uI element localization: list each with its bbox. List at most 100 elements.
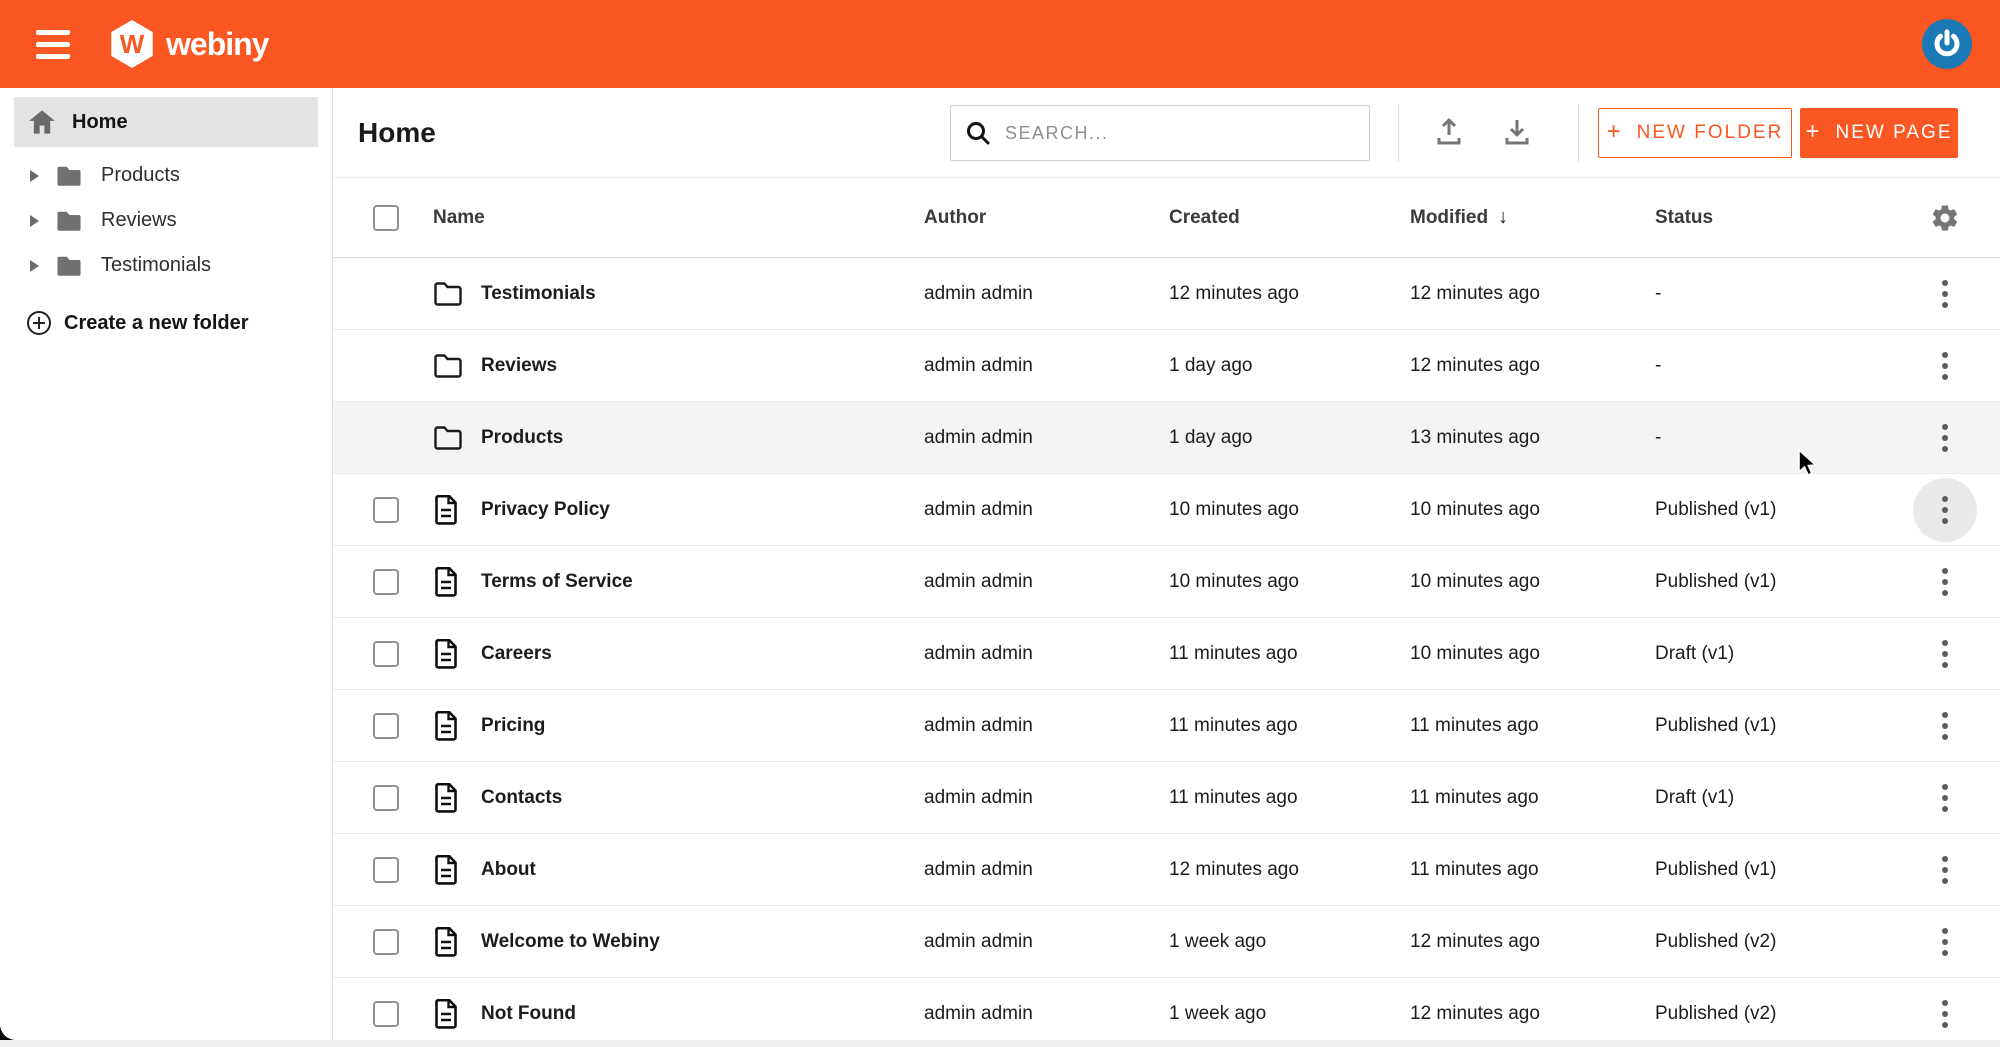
page-title: Home (358, 116, 436, 148)
folder-icon (55, 254, 83, 278)
row-actions-focus-ring (1913, 262, 1977, 326)
sidebar-item-home[interactable]: Home (14, 97, 318, 147)
row-created: 11 minutes ago (1169, 786, 1298, 808)
new-folder-button[interactable]: + NEW FOLDER (1598, 108, 1792, 158)
column-header-created[interactable]: Created (1169, 207, 1410, 229)
row-status-badge: Published (v1) (1655, 570, 1777, 592)
caret-right-icon[interactable] (30, 169, 39, 182)
sidebar-folder-item[interactable]: Products (0, 153, 332, 198)
sidebar-folder-tree: Products Reviews Testimonials (0, 153, 332, 288)
document-icon (433, 998, 463, 1029)
row-name[interactable]: Privacy Policy (481, 499, 924, 521)
sidebar-folder-label: Reviews (101, 209, 177, 231)
plus-icon: + (1805, 118, 1822, 145)
sidebar-folder-item[interactable]: Testimonials (0, 243, 332, 288)
row-created: 10 minutes ago (1169, 570, 1299, 592)
row-checkbox[interactable] (373, 712, 399, 739)
row-modified: 12 minutes ago (1410, 354, 1540, 376)
row-created: 10 minutes ago (1169, 498, 1299, 520)
row-created: 11 minutes ago (1169, 714, 1298, 736)
row-name[interactable]: Careers (481, 643, 924, 665)
modified-label: Modified (1410, 206, 1489, 228)
column-header-status[interactable]: Status (1655, 207, 1890, 229)
row-status-badge: Draft (v1) (1655, 642, 1735, 664)
home-icon (29, 110, 55, 134)
caret-right-icon[interactable] (30, 214, 39, 227)
export-button[interactable] (1495, 110, 1539, 154)
new-page-button[interactable]: + NEW PAGE (1800, 108, 1958, 158)
row-name[interactable]: Pricing (481, 715, 924, 737)
kebab-menu-icon[interactable] (1936, 922, 1954, 962)
search-input[interactable] (1005, 122, 1355, 144)
kebab-menu-icon[interactable] (1936, 562, 1954, 602)
row-name[interactable]: About (481, 859, 924, 881)
column-header-author[interactable]: Author (924, 207, 1169, 229)
row-checkbox[interactable] (373, 1000, 399, 1027)
row-status-badge: Published (v1) (1655, 714, 1777, 736)
row-created: 1 week ago (1169, 1002, 1267, 1024)
row-name[interactable]: Contacts (481, 787, 924, 809)
row-name[interactable]: Reviews (481, 355, 924, 377)
document-icon (433, 782, 463, 813)
gear-icon[interactable] (1930, 203, 1960, 233)
folder-icon (433, 353, 463, 379)
kebab-menu-icon[interactable] (1936, 706, 1954, 746)
row-name[interactable]: Terms of Service (481, 571, 924, 593)
plus-icon: + (1606, 118, 1623, 145)
create-new-folder-button[interactable]: Create a new folder (26, 310, 332, 336)
row-name[interactable]: Welcome to Webiny (481, 931, 924, 953)
row-modified: 12 minutes ago (1410, 282, 1540, 304)
sidebar-folder-item[interactable]: Reviews (0, 198, 332, 243)
row-status-badge: - (1655, 354, 1662, 376)
table-row[interactable]: Careers admin admin 11 minutes ago 10 mi… (333, 618, 2000, 690)
table-row[interactable]: Products admin admin 1 day ago 13 minute… (333, 402, 2000, 474)
kebab-menu-icon[interactable] (1936, 274, 1954, 314)
webiny-logo[interactable]: W webiny (110, 20, 269, 68)
kebab-menu-icon[interactable] (1936, 778, 1954, 818)
row-actions-focus-ring (1913, 406, 1977, 470)
table-body: Testimonials admin admin 12 minutes ago … (333, 258, 2000, 1040)
row-checkbox[interactable] (373, 784, 399, 811)
table-row[interactable]: About admin admin 12 minutes ago 11 minu… (333, 834, 2000, 906)
row-author: admin admin (924, 1002, 1033, 1024)
hamburger-menu-icon[interactable] (36, 24, 82, 64)
table-row[interactable]: Reviews admin admin 1 day ago 12 minutes… (333, 330, 2000, 402)
search-box[interactable] (950, 105, 1370, 161)
row-checkbox[interactable] (373, 568, 399, 595)
row-name[interactable]: Products (481, 427, 924, 449)
import-button[interactable] (1427, 110, 1471, 154)
row-checkbox[interactable] (373, 640, 399, 667)
row-checkbox[interactable] (373, 856, 399, 883)
column-header-modified[interactable]: Modified ↓ (1410, 206, 1655, 229)
select-all-checkbox[interactable] (373, 204, 399, 231)
row-created: 12 minutes ago (1169, 858, 1299, 880)
table-row[interactable]: Contacts admin admin 11 minutes ago 11 m… (333, 762, 2000, 834)
table-row[interactable]: Testimonials admin admin 12 minutes ago … (333, 258, 2000, 330)
row-checkbox[interactable] (373, 496, 399, 523)
column-header-name[interactable]: Name (433, 207, 924, 229)
table-row[interactable]: Pricing admin admin 11 minutes ago 11 mi… (333, 690, 2000, 762)
kebab-menu-icon[interactable] (1936, 418, 1954, 458)
row-author: admin admin (924, 642, 1033, 664)
user-avatar[interactable] (1922, 19, 1972, 69)
document-icon (433, 710, 463, 741)
search-icon (967, 122, 990, 145)
row-actions-focus-ring (1913, 334, 1977, 398)
table-row[interactable]: Terms of Service admin admin 10 minutes … (333, 546, 2000, 618)
table-row[interactable]: Privacy Policy admin admin 10 minutes ag… (333, 474, 2000, 546)
caret-right-icon[interactable] (30, 259, 39, 272)
kebab-menu-icon[interactable] (1936, 994, 1954, 1034)
row-name[interactable]: Testimonials (481, 283, 924, 305)
row-created: 11 minutes ago (1169, 642, 1298, 664)
document-icon (433, 854, 463, 885)
row-checkbox[interactable] (373, 928, 399, 955)
kebab-menu-icon[interactable] (1936, 490, 1954, 530)
kebab-menu-icon[interactable] (1936, 850, 1954, 890)
folder-icon (433, 281, 463, 307)
table-row[interactable]: Welcome to Webiny admin admin 1 week ago… (333, 906, 2000, 978)
row-name[interactable]: Not Found (481, 1003, 924, 1025)
kebab-menu-icon[interactable] (1936, 346, 1954, 386)
sidebar-home-label: Home (72, 110, 128, 133)
kebab-menu-icon[interactable] (1936, 634, 1954, 674)
table-row[interactable]: Not Found admin admin 1 week ago 12 minu… (333, 978, 2000, 1040)
